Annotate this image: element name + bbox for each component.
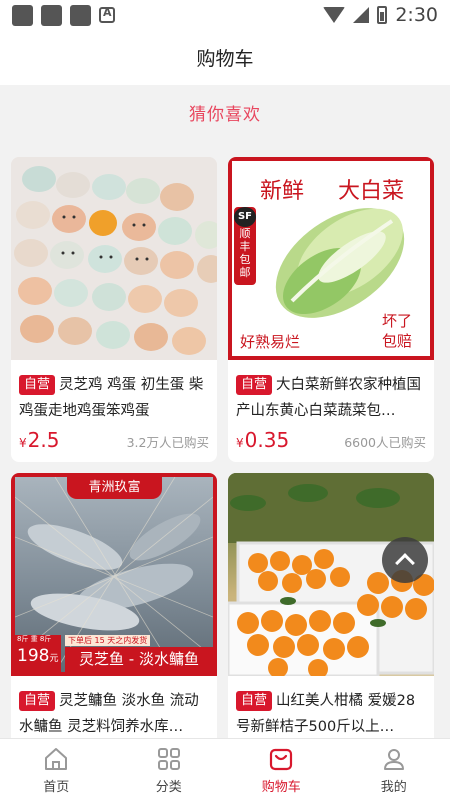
self-operated-tag: 自营 <box>19 691 56 711</box>
product-title: 自营 山红美人柑橘 爱媛28号新鲜桔子500斤以上… <box>228 676 434 740</box>
product-title: 自营 灵芝鳙鱼 淡水鱼 流动水鳙鱼 灵芝料饲养水库… <box>11 676 217 740</box>
product-card[interactable]: 自营 山红美人柑橘 爱媛28号新鲜桔子500斤以上… <box>228 473 434 773</box>
category-icon <box>157 747 180 770</box>
notification-icon <box>41 4 62 26</box>
fish-title-banner: 灵芝鱼 - 淡水鳙鱼 <box>65 647 213 672</box>
user-icon <box>383 748 404 770</box>
wifi-icon <box>323 7 346 23</box>
tab-cart[interactable]: 购物车 <box>225 739 338 800</box>
cabbage-headline-2: 大白菜 <box>338 179 405 204</box>
fish-brand-banner: 青洲玖富 <box>67 477 162 499</box>
fish-price-badge: 8斤 重 8斤 198元 <box>15 635 61 672</box>
app-notification-icon <box>99 6 115 23</box>
self-operated-tag: 自营 <box>236 375 273 395</box>
price-row: ¥2.5 3.2万人已购买 <box>11 424 217 452</box>
product-image-fish: 青洲玖富 8斤 重 8斤 198元 下单后 15 天之内发货 灵芝鱼 - 淡水鳙… <box>11 473 217 676</box>
scroll-to-top-button[interactable] <box>382 537 428 583</box>
product-price: ¥2.5 <box>19 428 60 452</box>
self-operated-tag: 自营 <box>236 691 273 711</box>
bottom-tab-bar: 首页 分类 购物车 我的 <box>0 738 450 800</box>
self-operated-tag: 自营 <box>19 375 56 395</box>
cart-icon <box>270 748 293 770</box>
battery-icon <box>377 6 388 24</box>
notification-icons <box>12 4 115 26</box>
fish-ship-note: 下单后 15 天之内发货 <box>65 635 151 646</box>
chevron-up-icon <box>395 553 415 573</box>
tab-profile[interactable]: 我的 <box>338 739 450 800</box>
status-time: 2:30 <box>395 4 438 26</box>
signal-icon <box>353 7 370 23</box>
page-title: 购物车 <box>0 30 450 85</box>
product-card[interactable]: 青洲玖富 8斤 重 8斤 198元 下单后 15 天之内发货 灵芝鱼 - 淡水鳙… <box>11 473 217 773</box>
notification-icon <box>12 4 33 26</box>
product-card[interactable]: 自营 灵芝鸡 鸡蛋 初生蛋 柴鸡蛋走地鸡蛋笨鸡蛋 ¥2.5 3.2万人已购买 <box>11 157 217 462</box>
shipping-badge: SF 顺丰包邮 <box>234 207 256 285</box>
product-title: 自营 大白菜新鲜农家种植国产山东黄心白菜蔬菜包… <box>228 360 434 424</box>
tab-category[interactable]: 分类 <box>113 739 226 800</box>
sold-count: 6600人已购买 <box>344 435 426 450</box>
tab-label: 分类 <box>155 779 182 795</box>
status-bar: 2:30 <box>0 0 450 30</box>
product-image-cabbage: 新鲜 大白菜 SF 顺丰包邮 好熟易烂 坏了 包赔 <box>228 157 434 360</box>
tab-label: 首页 <box>43 779 70 795</box>
product-title: 自营 灵芝鸡 鸡蛋 初生蛋 柴鸡蛋走地鸡蛋笨鸡蛋 <box>11 360 217 424</box>
home-icon <box>45 747 68 770</box>
cabbage-headline-1: 新鲜 <box>260 179 305 204</box>
notification-icon <box>70 4 91 26</box>
product-price: ¥0.35 <box>236 428 290 452</box>
tab-label: 购物车 <box>261 779 301 795</box>
sold-count: 3.2万人已购买 <box>126 435 209 450</box>
product-image-eggs <box>11 157 217 360</box>
tab-label: 我的 <box>380 779 407 795</box>
tab-home[interactable]: 首页 <box>0 739 113 800</box>
cabbage-label-right: 坏了 包赔 <box>382 312 413 350</box>
product-card[interactable]: 新鲜 大白菜 SF 顺丰包邮 好熟易烂 坏了 包赔 自营 大白菜新鲜农家种植国产山… <box>228 157 434 462</box>
section-title: 猜你喜欢 <box>189 105 261 125</box>
price-row: ¥0.35 6600人已购买 <box>228 424 434 452</box>
cabbage-label-left: 好熟易烂 <box>240 333 301 351</box>
eggs-illustration <box>11 157 217 360</box>
